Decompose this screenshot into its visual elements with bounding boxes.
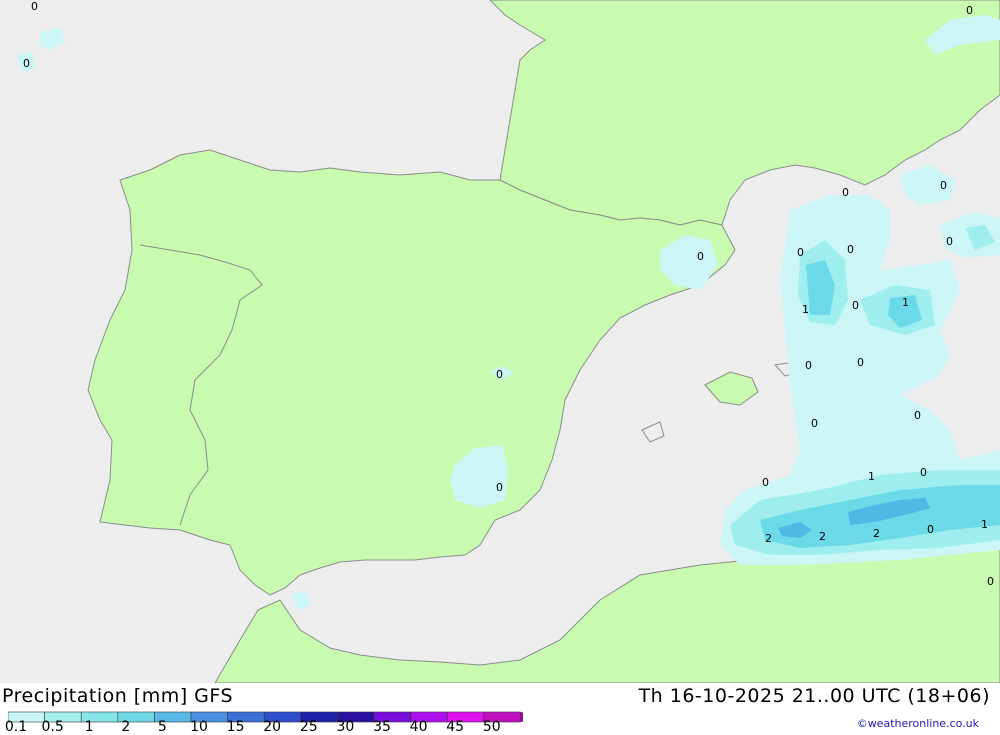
contour-label: 0 (811, 417, 818, 430)
contour-label: 0 (920, 466, 927, 479)
precipitation-map: 0 0 0 0 0 0 0 0 1 0 1 0 0 0 0 0 0 1 0 0 … (0, 0, 1000, 684)
contour-label: 0 (805, 359, 812, 372)
contour-label: 0 (987, 575, 994, 588)
map-footer: Precipitation [mm] GFS Th 16-10-2025 21.… (0, 683, 1000, 735)
credit-link[interactable]: ©weatheronline.co.uk (857, 717, 979, 730)
contour-label: 0 (842, 186, 849, 199)
contour-label: 1 (802, 303, 809, 316)
contour-label: 0 (914, 409, 921, 422)
contour-label: 0 (940, 179, 947, 192)
map-canvas: 0 0 0 0 0 0 0 0 1 0 1 0 0 0 0 0 0 1 0 0 … (0, 0, 1000, 684)
contour-label: 0 (496, 481, 503, 494)
contour-label: 0 (847, 243, 854, 256)
forecast-timestamp: Th 16-10-2025 21..00 UTC (18+06) (638, 685, 990, 707)
contour-label: 0 (966, 4, 973, 17)
contour-label: 2 (819, 530, 826, 543)
contour-label: 0 (927, 523, 934, 536)
contour-label: 0 (697, 250, 704, 263)
map-title: Precipitation [mm] GFS (2, 685, 234, 707)
contour-label: 1 (902, 296, 909, 309)
contour-label: 1 (868, 470, 875, 483)
contour-label: 0 (762, 476, 769, 489)
legend-swatch-arrow (520, 712, 559, 722)
contour-label: 0 (31, 0, 38, 13)
contour-label: 0 (946, 235, 953, 248)
contour-label: 0 (857, 356, 864, 369)
contour-label: 1 (981, 518, 988, 531)
contour-label: 2 (765, 532, 772, 545)
contour-label: 0 (797, 246, 804, 259)
contour-label: 0 (852, 299, 859, 312)
contour-label: 2 (873, 527, 880, 540)
contour-label: 0 (496, 368, 503, 381)
contour-label: 0 (23, 57, 30, 70)
